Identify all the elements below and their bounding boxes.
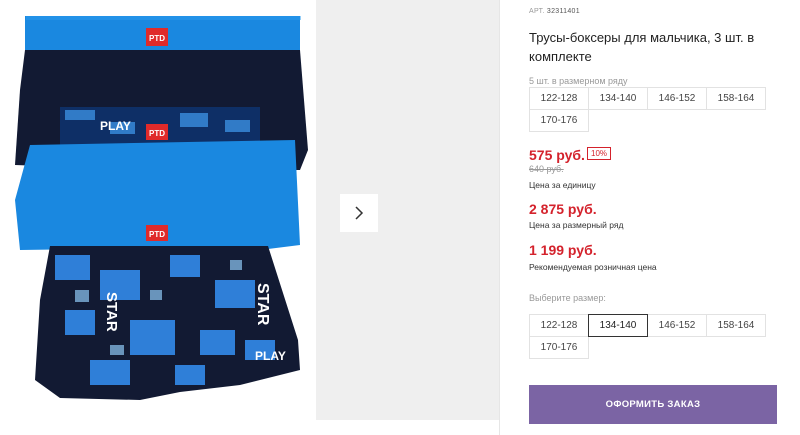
size-row-item: 146-152	[647, 87, 707, 110]
row-price-caption: Цена за размерный ряд	[529, 220, 624, 230]
unit-price: 575 руб.	[529, 147, 585, 163]
print-word-star-2: STAR	[103, 292, 120, 332]
size-row-item: 122-128	[529, 87, 589, 110]
size-row-item: 158-164	[706, 87, 766, 110]
size-row-item: 170-176	[529, 109, 589, 132]
panel-divider	[499, 0, 500, 435]
article-value: 32311401	[546, 8, 580, 15]
print-word-play: PLAY	[100, 119, 131, 133]
product-image: PTD PLAY PTD PTD PLAY STAR STAR	[15, 16, 308, 400]
article-label: АРТ.	[529, 8, 545, 15]
product-title: Трусы-боксеры для мальчика, 3 шт. в комп…	[529, 30, 755, 64]
size-row-item: 134-140	[588, 87, 648, 110]
size-select-list: 122-128 134-140 146-152 158-164 170-176	[529, 314, 779, 359]
size-option-134-140[interactable]: 134-140	[588, 314, 648, 337]
size-row-label: 5 шт. в размерном ряду	[529, 76, 628, 86]
size-option-146-152[interactable]: 146-152	[647, 314, 707, 337]
old-price: 640 руб.	[529, 164, 564, 174]
select-size-label: Выберите размер:	[529, 293, 606, 303]
size-option-170-176[interactable]: 170-176	[529, 336, 589, 359]
print-word-star: STAR	[254, 283, 271, 326]
article-number: АРТ. 32311401	[529, 8, 580, 15]
unit-price-caption: Цена за единицу	[529, 180, 596, 190]
size-row-list: 122-128 134-140 146-152 158-164 170-176	[529, 87, 779, 132]
size-option-122-128[interactable]: 122-128	[529, 314, 589, 337]
brand-tag-2: PTD	[149, 129, 165, 138]
discount-badge: 10%	[587, 147, 612, 160]
row-price: 2 875 руб.	[529, 201, 597, 217]
brand-tag: PTD	[149, 34, 165, 43]
product-gallery: PTD PLAY PTD PTD PLAY STAR STAR	[0, 0, 316, 420]
retail-price-caption: Рекомендуемая розничная цена	[529, 262, 657, 272]
next-image-button[interactable]	[340, 194, 378, 232]
retail-price: 1 199 руб.	[529, 242, 597, 258]
brand-tag-3: PTD	[149, 230, 165, 239]
place-order-button[interactable]: ОФОРМИТЬ ЗАКАЗ	[529, 385, 777, 424]
chevron-right-icon	[355, 206, 364, 220]
size-option-158-164[interactable]: 158-164	[706, 314, 766, 337]
print-word-play-2: PLAY	[255, 349, 286, 363]
